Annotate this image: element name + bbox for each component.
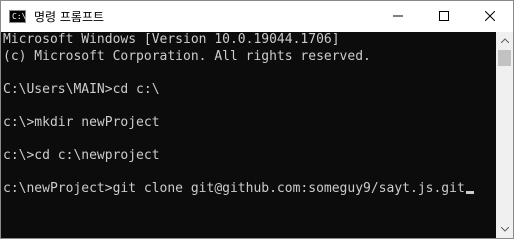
console-line: c:\>mkdir newProject — [3, 114, 160, 130]
maximize-icon — [439, 11, 449, 21]
console-line: c:\>cd c:\newproject — [3, 147, 160, 163]
window-controls — [375, 1, 513, 31]
scroll-down-button[interactable] — [496, 221, 513, 238]
cmd-app-icon[interactable]: C:\ — [9, 9, 27, 23]
console-line: (c) Microsoft Corporation. All rights re… — [3, 48, 371, 64]
console-line: Microsoft Windows [Version 10.0.19044.17… — [3, 32, 340, 47]
vertical-scrollbar[interactable] — [496, 32, 513, 238]
maximize-button[interactable] — [421, 1, 467, 31]
console-output[interactable]: Microsoft Windows [Version 10.0.19044.17… — [1, 32, 497, 238]
close-icon — [485, 11, 495, 21]
arrow-up-icon — [500, 38, 509, 43]
cmd-icon-glyph: C:\ — [12, 11, 27, 21]
minimize-button[interactable] — [375, 1, 421, 31]
command-prompt-window: C:\ 명령 프롬프트 Microsoft Windows [Version 1… — [0, 0, 514, 239]
close-button[interactable] — [467, 1, 513, 31]
scroll-up-button[interactable] — [496, 32, 513, 49]
arrow-down-icon — [500, 227, 509, 232]
window-title: 명령 프롬프트 — [34, 9, 105, 24]
text-cursor — [465, 190, 474, 194]
console-current-command: c:\newProject>git clone git@github.com:s… — [3, 180, 465, 196]
title-bar[interactable]: C:\ 명령 프롬프트 — [1, 1, 513, 31]
minimize-icon — [393, 15, 403, 17]
console-input-line[interactable]: c:\newProject>git clone git@github.com:s… — [1, 181, 497, 198]
scrollbar-thumb[interactable] — [498, 50, 511, 66]
console-line: C:\Users\MAIN>cd c:\ — [3, 81, 160, 97]
